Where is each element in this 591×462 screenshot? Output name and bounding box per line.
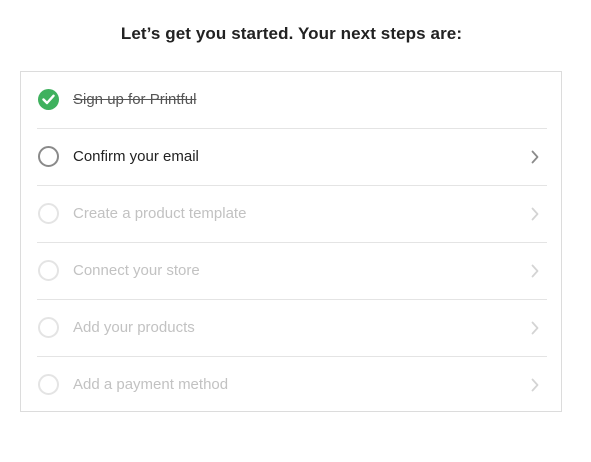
empty-circle-icon xyxy=(38,260,59,281)
chevron-right-icon xyxy=(531,264,539,278)
step-label: Confirm your email xyxy=(73,148,199,165)
step-create-product-template[interactable]: Create a product template xyxy=(37,186,547,243)
chevron-right-icon xyxy=(531,207,539,221)
chevron-right-icon xyxy=(531,321,539,335)
empty-circle-icon xyxy=(38,374,59,395)
onboarding-steps-card: Sign up for Printful Confirm your email … xyxy=(20,71,562,412)
step-label: Create a product template xyxy=(73,205,247,222)
step-connect-store[interactable]: Connect your store xyxy=(37,243,547,300)
step-sign-up: Sign up for Printful xyxy=(37,72,547,129)
step-add-payment-method[interactable]: Add a payment method xyxy=(37,357,547,414)
step-label: Sign up for Printful xyxy=(73,91,197,108)
chevron-right-icon xyxy=(531,378,539,392)
empty-circle-icon xyxy=(38,317,59,338)
step-label: Add a payment method xyxy=(73,376,229,393)
page-title: Let’s get you started. Your next steps a… xyxy=(120,24,463,43)
step-add-products[interactable]: Add your products xyxy=(37,300,547,357)
step-confirm-email[interactable]: Confirm your email xyxy=(37,129,547,186)
step-label: Add your products xyxy=(73,319,195,336)
check-circle-icon xyxy=(38,89,59,110)
step-label: Connect your store xyxy=(73,262,200,279)
empty-circle-icon xyxy=(38,146,59,167)
chevron-right-icon xyxy=(531,150,539,164)
empty-circle-icon xyxy=(38,203,59,224)
